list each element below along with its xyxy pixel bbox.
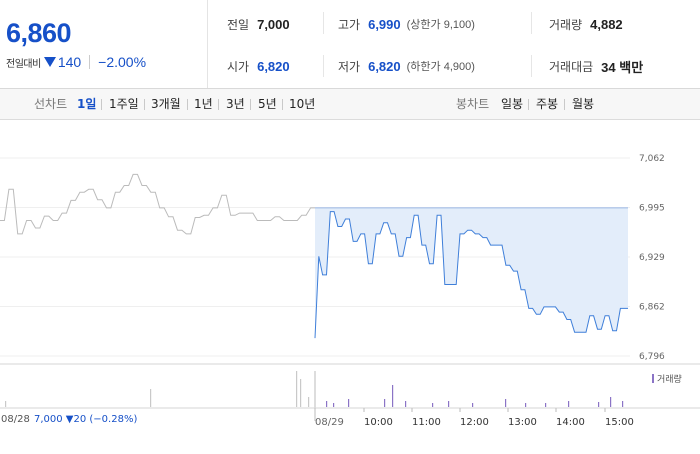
x-tick-label: 10:00 <box>364 417 393 428</box>
tab-10y[interactable]: 10년 <box>289 89 315 119</box>
change-percent: −2.00% <box>98 54 147 70</box>
lower-limit: (하한가 4,900) <box>406 61 475 73</box>
stat-low: 저가 6,820 (하한가 4,900) <box>338 58 475 74</box>
divider <box>144 99 145 110</box>
stat-high: 고가 6,990 (상한가 9,100) <box>338 16 475 32</box>
volume-bar <box>432 403 434 407</box>
volume-legend-swatch <box>652 374 654 383</box>
volume-bar <box>472 403 474 407</box>
stat-label: 고가 <box>338 17 361 32</box>
divider <box>89 55 91 69</box>
volume-bar <box>448 401 450 407</box>
volume-bar <box>5 401 7 407</box>
y-axis-ticks: 7,062 6,995 6,929 6,862 6,796 <box>639 154 665 362</box>
x-tick-label: 13:00 <box>508 417 537 428</box>
tab-1w[interactable]: 1주일 <box>109 89 139 119</box>
x-tick-label: 14:00 <box>556 417 585 428</box>
volume-bar <box>384 399 386 407</box>
volume-bar <box>505 399 507 407</box>
chart-tabs: 선차트 1일 1주일 3개월 1년 3년 5년 10년 봉차트 일봉 주봉 월봉 <box>0 89 700 120</box>
divider <box>323 55 324 77</box>
volume-bar <box>348 399 350 407</box>
stat-value: 6,820 <box>368 58 401 74</box>
y-tick-label: 6,929 <box>639 253 665 263</box>
volume-bar <box>545 403 547 407</box>
divider <box>528 99 529 110</box>
tab-3m[interactable]: 3개월 <box>151 89 181 119</box>
volume-bar <box>568 401 570 407</box>
candle-chart-label: 봉차트 <box>456 97 490 111</box>
volume-bar <box>622 401 624 407</box>
divider <box>531 55 532 77</box>
x-tick-label: 11:00 <box>412 417 441 428</box>
tab-3y[interactable]: 3년 <box>226 89 245 119</box>
volume-bar <box>610 397 612 407</box>
upper-limit: (상한가 9,100) <box>406 19 475 31</box>
tab-1y[interactable]: 1년 <box>194 89 213 119</box>
tab-daily[interactable]: 일봉 <box>501 89 523 119</box>
change-label: 전일대비 <box>6 58 41 70</box>
tab-monthly[interactable]: 월봉 <box>572 89 594 119</box>
prev-day-info: 7,000 ▼20 (−0.28%) <box>34 414 138 425</box>
change-amount: 140 <box>57 54 82 70</box>
divider <box>187 99 188 110</box>
stat-open: 시가 6,820 <box>227 58 290 74</box>
stat-volume: 거래량 4,882 <box>549 16 623 32</box>
volume-bar <box>598 402 600 407</box>
y-tick-label: 6,995 <box>639 204 665 214</box>
volume-bar <box>296 371 298 407</box>
divider <box>250 99 251 110</box>
volume-bar <box>326 401 328 407</box>
series-line-prev-day <box>0 173 315 235</box>
current-price: 6,860 <box>6 18 72 48</box>
volume-bar <box>300 379 302 407</box>
volume-legend-label: 거래량 <box>657 373 682 385</box>
x-tick-label: 15:00 <box>605 417 634 428</box>
line-chart-label: 선차트 <box>34 97 68 111</box>
stat-label: 시가 <box>227 59 250 74</box>
stat-label: 전일 <box>227 17 250 32</box>
prev-day-date: 08/28 <box>1 414 30 425</box>
divider <box>531 12 532 34</box>
volume-bar <box>405 401 407 407</box>
y-tick-label: 6,796 <box>639 352 665 362</box>
divider <box>101 99 102 110</box>
quote-panel: 6,860 전일대비 140 −2.00% 전일 7,000 시가 6,820 … <box>0 0 700 89</box>
stat-value: 4,882 <box>590 16 623 32</box>
tab-1d[interactable]: 1일 <box>77 89 96 119</box>
tab-weekly[interactable]: 주봉 <box>536 89 558 119</box>
tab-5y[interactable]: 5년 <box>258 89 277 119</box>
change-row: 전일대비 140 −2.00% <box>6 53 146 71</box>
price-chart: 7,062 6,995 6,929 6,862 6,796 거래량 08/29 10:00… <box>0 121 700 450</box>
stat-prev-close: 전일 7,000 <box>227 16 290 32</box>
stat-label: 거래대금 <box>549 59 594 74</box>
volume-bar <box>333 403 335 407</box>
chart-svg: 7,062 6,995 6,929 6,862 6,796 거래량 08/29 10:00… <box>0 154 700 428</box>
today-area-fill <box>315 207 628 339</box>
divider <box>218 99 219 110</box>
stat-value: 6,820 <box>257 58 290 74</box>
x-axis-labels: 08/29 10:00 11:00 12:00 13:00 14:00 15:00 <box>314 408 634 428</box>
volume-bar <box>150 389 152 407</box>
divider <box>323 12 324 34</box>
y-tick-label: 7,062 <box>639 154 665 164</box>
down-triangle-icon <box>43 57 56 67</box>
stat-label: 저가 <box>338 59 361 74</box>
divider <box>564 99 565 110</box>
stat-label: 거래량 <box>549 17 583 32</box>
volume-bar <box>392 385 394 407</box>
y-tick-label: 6,862 <box>639 303 665 313</box>
volume-bars <box>5 371 624 407</box>
volume-bar <box>308 397 310 407</box>
divider <box>282 99 283 110</box>
stat-value: 7,000 <box>257 16 290 32</box>
stat-value: 34 백만 <box>601 59 644 75</box>
volume-bar <box>525 403 527 407</box>
stat-amount: 거래대금 34 백만 <box>549 58 644 75</box>
stat-value: 6,990 <box>368 16 401 32</box>
x-tick-label: 08/29 <box>315 417 344 428</box>
x-tick-label: 12:00 <box>460 417 489 428</box>
price-box: 6,860 전일대비 140 −2.00% <box>0 0 208 88</box>
